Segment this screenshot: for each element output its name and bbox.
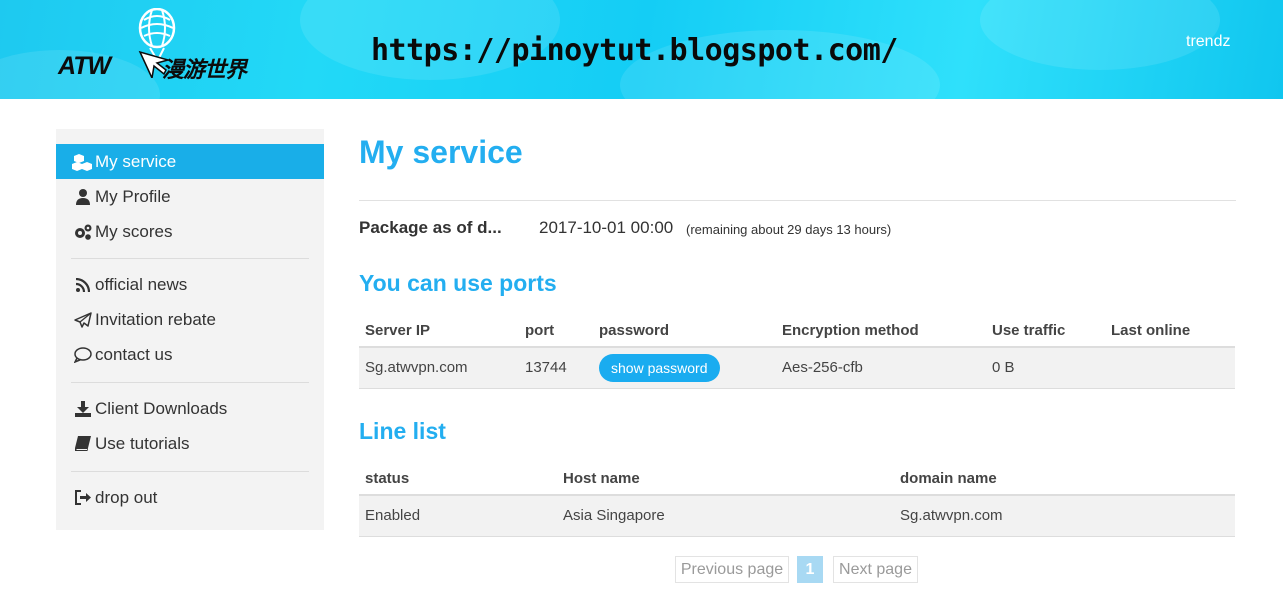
column-header: Last online: [1105, 315, 1235, 348]
watermark-url: https://pinoytut.blogspot.com/: [371, 33, 898, 68]
package-label: Package as of d...: [359, 218, 502, 237]
sidebar-item-my-service[interactable]: My service: [56, 144, 324, 179]
encryption-cell: Aes-256-cfb: [776, 347, 986, 389]
column-header: status: [359, 463, 557, 496]
sidebar-item-client-downloads[interactable]: Client Downloads: [56, 391, 324, 426]
comment-icon: [72, 346, 94, 364]
sidebar-divider: [71, 471, 309, 472]
sidebar-item-my-profile[interactable]: My Profile: [56, 179, 324, 214]
logo-chinese: 漫游世界: [162, 58, 247, 83]
sidebar-item-use-tutorials[interactable]: Use tutorials: [56, 426, 324, 461]
page-number-current[interactable]: 1: [797, 556, 823, 583]
previous-page-button[interactable]: Previous page: [675, 556, 789, 583]
column-header: Use traffic: [986, 315, 1105, 348]
header-banner: ATW 漫游世界 https://pinoytut.blogspot.com/ …: [0, 0, 1283, 99]
next-page-button[interactable]: Next page: [833, 556, 918, 583]
user-icon: [72, 188, 94, 206]
ports-table: Server IP port password Encryption metho…: [359, 315, 1235, 389]
sidebar-item-label: My scores: [95, 221, 173, 241]
sidebar-item-drop-out[interactable]: drop out: [56, 480, 324, 515]
cubes-icon: [72, 153, 94, 171]
package-date: 2017-10-01 00:00: [539, 218, 674, 237]
sidebar-item-label: contact us: [95, 344, 173, 364]
status-cell: Enabled: [359, 495, 557, 537]
column-header: port: [519, 315, 593, 348]
table-row: Enabled Asia Singapore Sg.atwvpn.com: [359, 495, 1235, 537]
sidebar-item-label: Client Downloads: [95, 398, 228, 418]
sidebar-item-invitation-rebate[interactable]: Invitation rebate: [56, 302, 324, 337]
sidebar-item-my-scores[interactable]: My scores: [56, 214, 324, 249]
ports-section-title: You can use ports: [359, 270, 557, 296]
sidebar-item-label: My Profile: [95, 186, 171, 206]
logo-brand: ATW: [58, 52, 111, 80]
sidebar: My service My Profile My scores official…: [56, 129, 324, 530]
host-name-cell: Asia Singapore: [557, 495, 894, 537]
table-header-row: Server IP port password Encryption metho…: [359, 315, 1235, 348]
cogs-icon: [72, 223, 94, 241]
server-ip-cell: Sg.atwvpn.com: [359, 347, 519, 389]
page-title: My service: [359, 134, 523, 170]
sidebar-item-label: Invitation rebate: [95, 309, 216, 329]
sidebar-item-label: Use tutorials: [95, 433, 190, 453]
column-header: password: [593, 315, 776, 348]
column-header: domain name: [894, 463, 1235, 496]
paper-plane-icon: [72, 311, 94, 329]
download-icon: [72, 400, 94, 418]
show-password-button[interactable]: show password: [599, 353, 720, 382]
sidebar-item-label: My service: [95, 151, 177, 171]
sidebar-item-label: drop out: [95, 487, 158, 507]
sign-out-icon: [72, 489, 94, 507]
book-icon: [72, 435, 94, 453]
package-remaining: (remaining about 29 days 13 hours): [686, 222, 892, 237]
sidebar-item-contact-us[interactable]: contact us: [56, 337, 324, 372]
site-logo[interactable]: ATW 漫游世界: [56, 8, 271, 86]
rss-icon: [72, 276, 94, 294]
pagination: Previous page 1 Next page: [359, 556, 1236, 584]
sidebar-item-official-news[interactable]: official news: [56, 267, 324, 302]
sidebar-divider: [71, 382, 309, 383]
port-cell: 13744: [519, 347, 593, 389]
sidebar-item-label: official news: [95, 274, 188, 294]
username-link[interactable]: trendz: [1186, 33, 1230, 51]
line-list-section-title: Line list: [359, 418, 446, 444]
line-list-table: status Host name domain name Enabled Asi…: [359, 463, 1235, 537]
table-header-row: status Host name domain name: [359, 463, 1235, 496]
password-cell: show password: [593, 347, 776, 389]
traffic-cell: 0 B: [986, 347, 1105, 389]
column-header: Encryption method: [776, 315, 986, 348]
column-header: Server IP: [359, 315, 519, 348]
sidebar-divider: [71, 258, 309, 259]
domain-name-cell: Sg.atwvpn.com: [894, 495, 1235, 537]
title-divider: [359, 200, 1236, 201]
last-online-cell: [1105, 347, 1235, 389]
table-row: Sg.atwvpn.com 13744 show password Aes-25…: [359, 347, 1235, 389]
column-header: Host name: [557, 463, 894, 496]
